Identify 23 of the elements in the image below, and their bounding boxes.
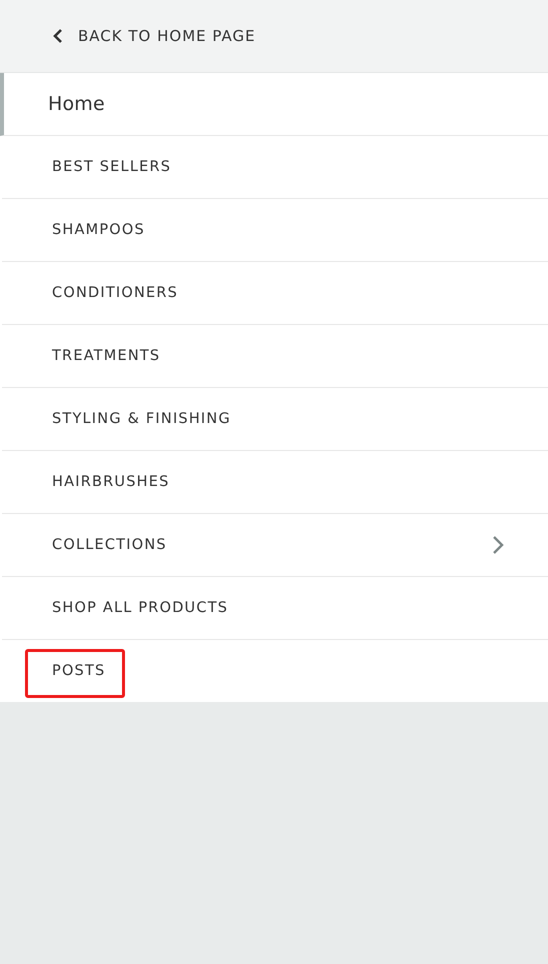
menu-item[interactable]: BEST SELLERS	[2, 136, 548, 199]
menu-item[interactable]: COLLECTIONS	[2, 514, 548, 577]
menu-item-label: TREATMENTS	[52, 348, 162, 364]
menu-item[interactable]: SHOP ALL PRODUCTS	[2, 577, 548, 640]
menu-item[interactable]: POSTS	[2, 640, 548, 702]
back-link[interactable]: BACK TO HOME PAGE	[52, 27, 256, 45]
menu-item[interactable]: Home	[0, 73, 548, 136]
menu-item-label: SHAMPOOS	[52, 222, 146, 238]
menu-item-label: STYLING & FINISHING	[52, 411, 232, 427]
menu-item-label: HAIRBRUSHES	[52, 474, 170, 490]
menu-item-label: POSTS	[52, 663, 504, 679]
menu-item-label: BEST SELLERS	[52, 159, 172, 175]
menu-item[interactable]: HAIRBRUSHES	[2, 451, 548, 514]
menu-item[interactable]: STYLING & FINISHING	[2, 388, 548, 451]
menu-item-label: CONDITIONERS	[52, 285, 180, 301]
menu-item[interactable]: SHAMPOOS	[2, 199, 548, 262]
menu-item-label: COLLECTIONS	[52, 537, 168, 553]
menu-item[interactable]: TREATMENTS	[2, 325, 548, 388]
back-icon	[52, 28, 64, 44]
chevron-right-icon	[492, 535, 504, 555]
menu-item-label: SHOP ALL PRODUCTS	[52, 600, 230, 616]
menu-item-label: Home	[48, 93, 106, 115]
menu-item[interactable]: CONDITIONERS	[2, 262, 548, 325]
